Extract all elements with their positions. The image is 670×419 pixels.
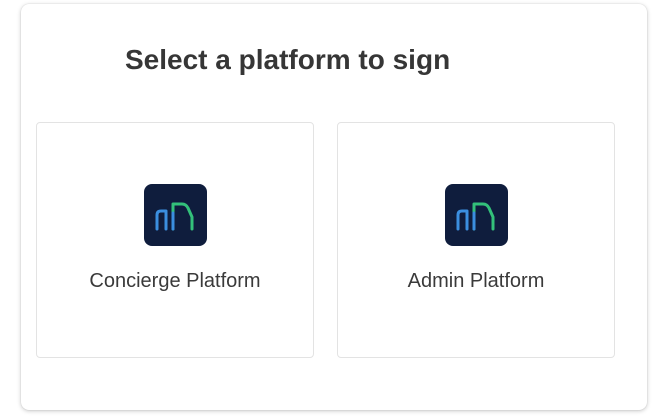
admin-platform-label: Admin Platform [407, 270, 545, 292]
building-logo-icon [144, 184, 207, 246]
admin-platform-option[interactable]: Admin Platform [337, 122, 615, 358]
concierge-platform-label: Concierge Platform [89, 270, 261, 292]
concierge-platform-option[interactable]: Concierge Platform [36, 122, 314, 358]
page-title: Select a platform to sign [125, 44, 451, 75]
building-logo-icon [445, 184, 508, 246]
platform-selection-card: Select a platform to sign Concierge Plat… [21, 4, 647, 410]
